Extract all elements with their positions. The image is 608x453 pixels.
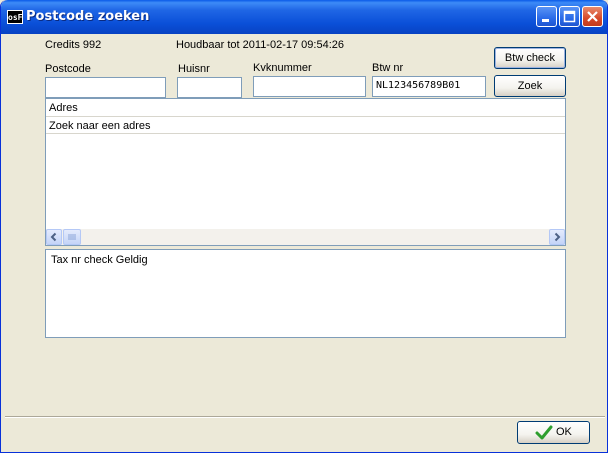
ok-button[interactable]: OK — [517, 421, 590, 444]
expiry-label: Houdbaar tot 2011-02-17 09:54:26 — [176, 39, 344, 51]
address-list[interactable]: Adres Zoek naar een adres — [45, 98, 566, 246]
btw-label: Btw nr — [372, 62, 404, 74]
maximize-icon — [563, 10, 576, 23]
checkmark-icon — [535, 425, 553, 440]
dialog-window: osF Postcode zoeken Credits 992 Houdbaar… — [0, 0, 608, 453]
title-bar[interactable]: osF Postcode zoeken — [1, 0, 607, 34]
zoek-button[interactable]: Zoek — [494, 75, 566, 97]
app-icon: osF — [7, 10, 23, 24]
scroll-left-button[interactable] — [46, 229, 62, 245]
arrow-left-icon — [50, 232, 57, 242]
kvk-input[interactable] — [253, 76, 366, 97]
huisnr-label: Huisnr — [178, 63, 210, 75]
result-memo[interactable]: Tax nr check Geldig — [45, 249, 566, 338]
btw-check-button[interactable]: Btw check — [494, 47, 566, 69]
scroll-thumb[interactable] — [63, 229, 81, 245]
credits-label: Credits 992 — [45, 39, 102, 51]
close-icon — [587, 11, 598, 22]
window-title: Postcode zoeken — [26, 9, 150, 24]
kvk-label: Kvknummer — [253, 62, 312, 74]
postcode-label: Postcode — [45, 63, 91, 75]
arrow-right-icon — [554, 232, 561, 242]
column-header-adres[interactable]: Adres — [46, 99, 565, 117]
bottom-divider — [5, 416, 605, 418]
list-item[interactable]: Zoek naar een adres — [46, 118, 565, 134]
huisnr-input[interactable] — [177, 77, 242, 98]
client-area: Credits 992 Houdbaar tot 2011-02-17 09:5… — [5, 34, 605, 416]
grip-icon — [68, 234, 76, 240]
ok-button-label: OK — [556, 426, 572, 438]
close-button[interactable] — [582, 6, 603, 27]
horizontal-scrollbar[interactable] — [46, 229, 565, 245]
btw-input[interactable]: NL123456789B01 — [372, 76, 486, 97]
scroll-right-button[interactable] — [549, 229, 565, 245]
minimize-button[interactable] — [536, 6, 557, 27]
postcode-input[interactable] — [45, 77, 166, 98]
maximize-button[interactable] — [559, 6, 580, 27]
minimize-icon — [542, 19, 549, 22]
